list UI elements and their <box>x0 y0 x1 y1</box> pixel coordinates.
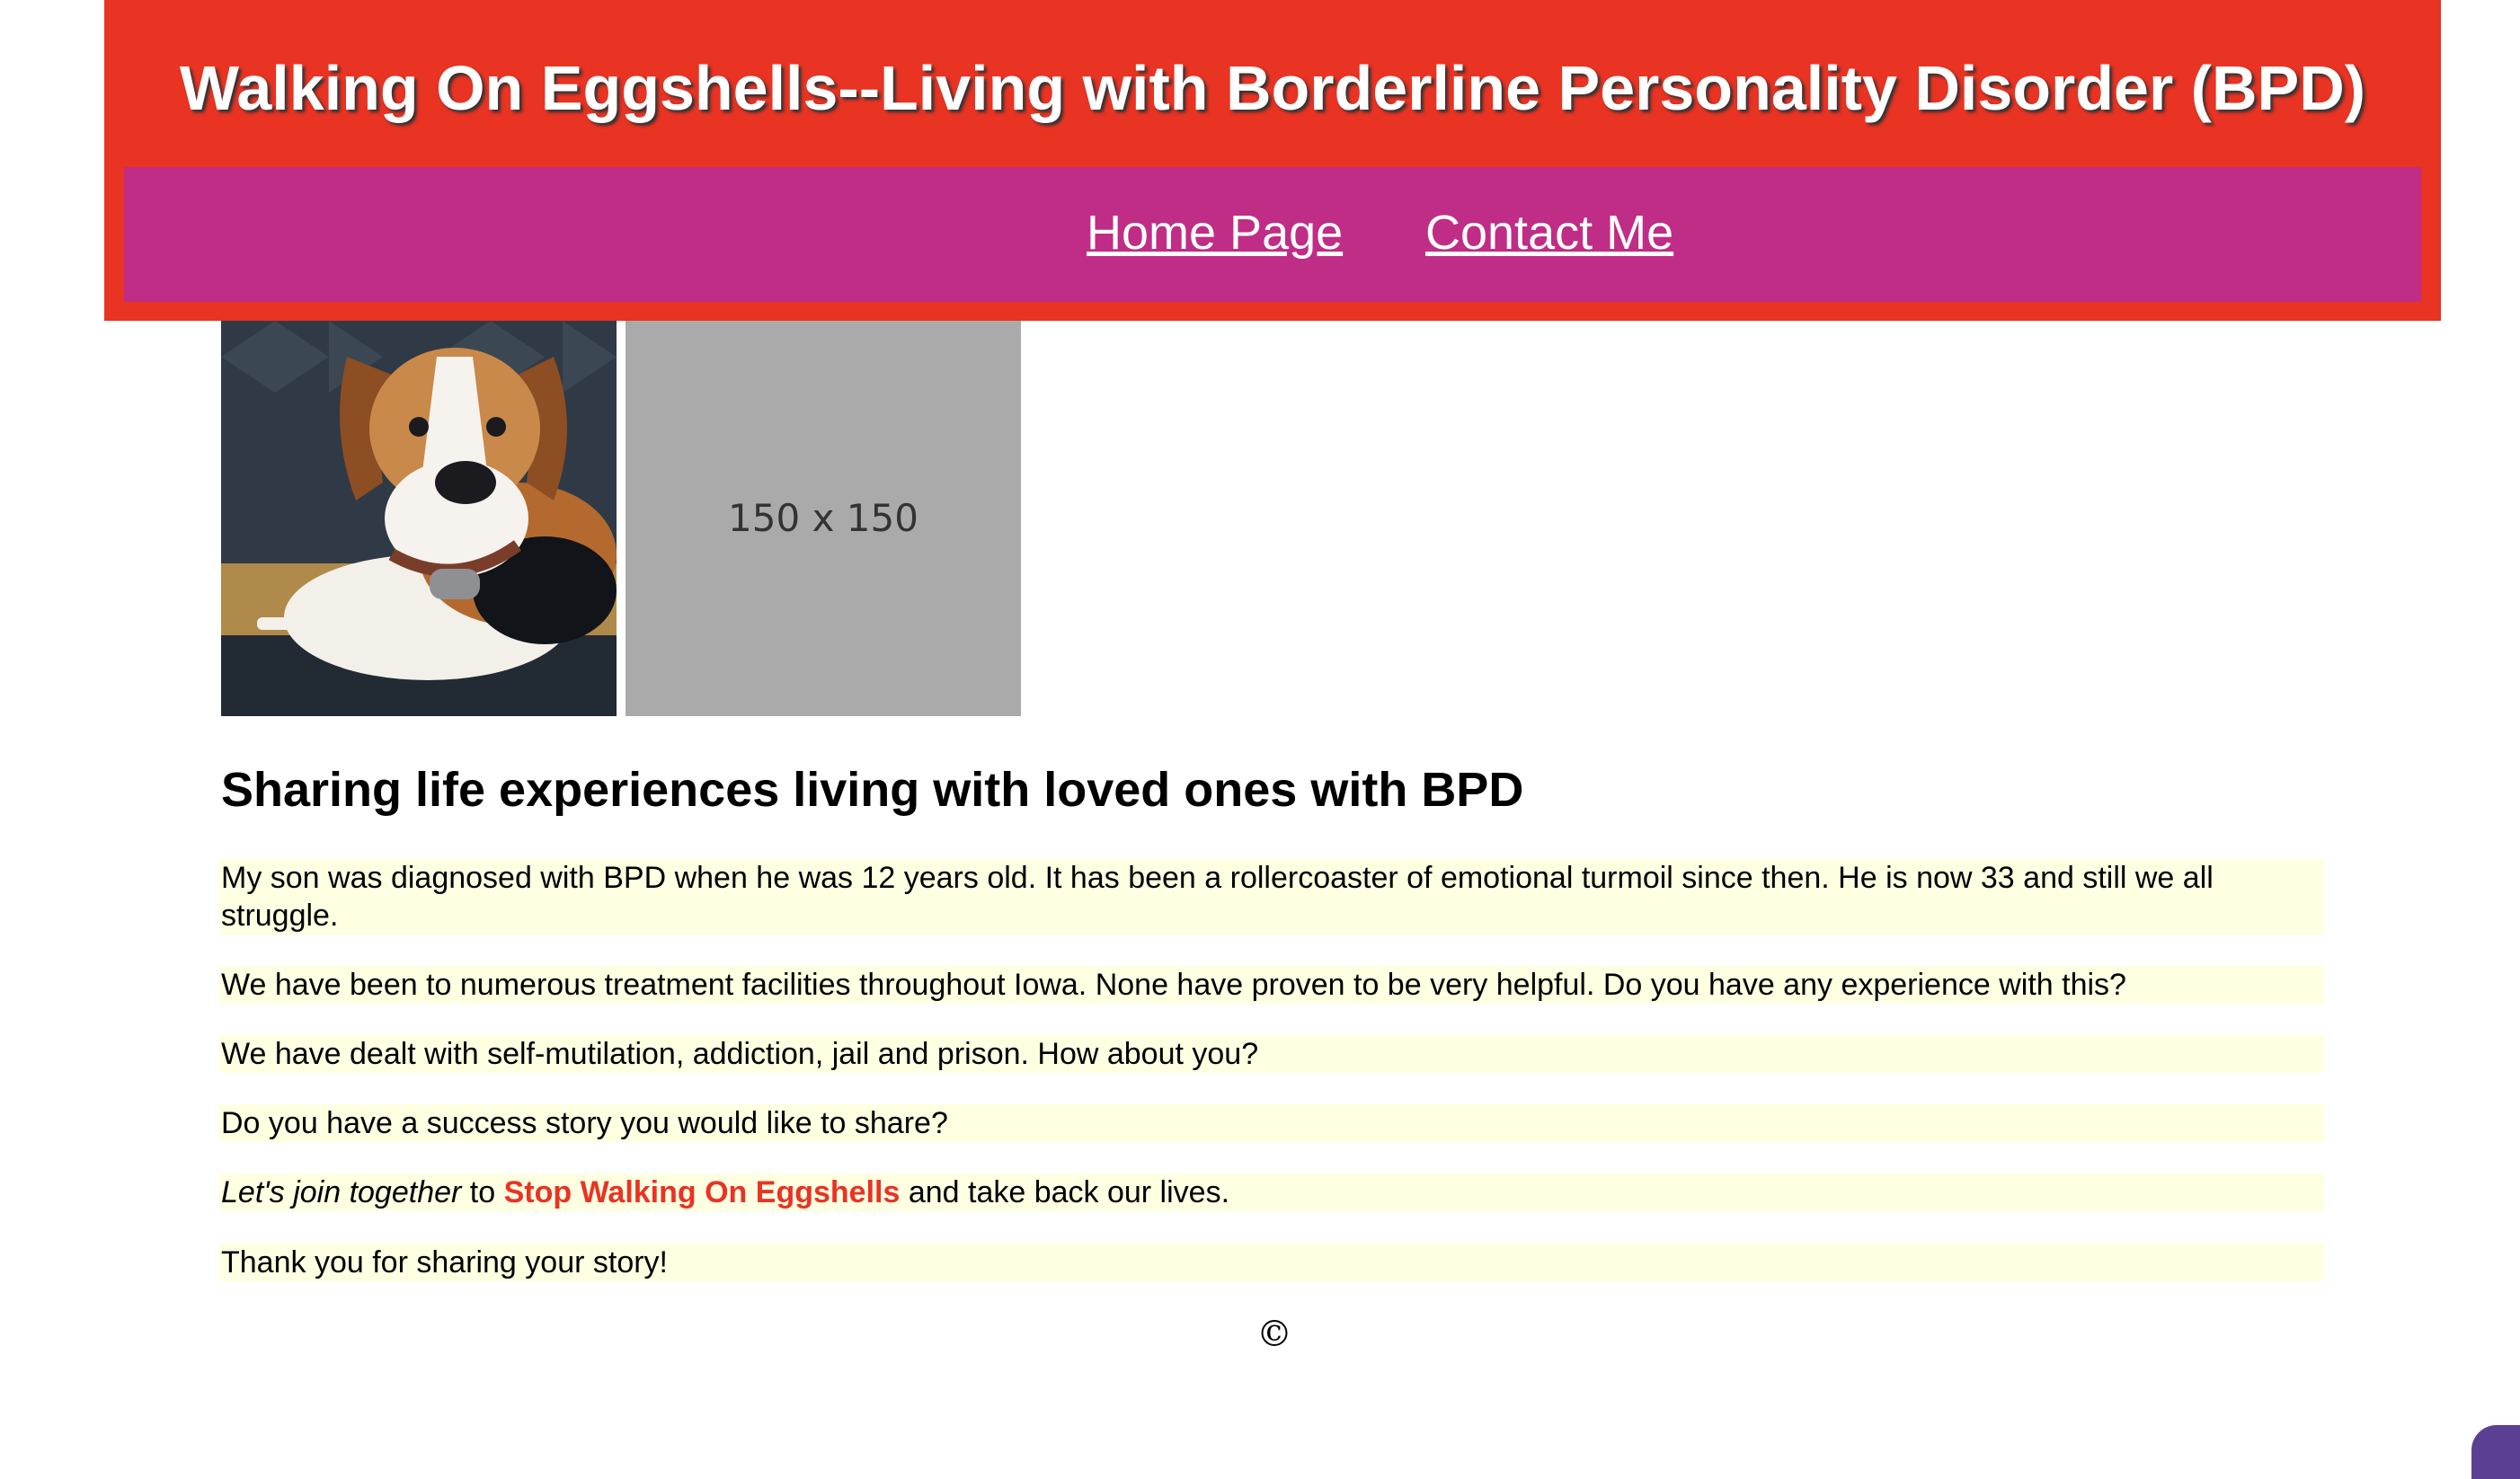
paragraph-thank-you: Thank you for sharing your story! <box>219 1244 2324 1281</box>
join-together-text: Let's join together <box>221 1175 462 1209</box>
paragraph-diagnosis: My son was diagnosed with BPD when he wa… <box>219 859 2324 934</box>
paragraph-treatment: We have been to numerous treatment facil… <box>219 966 2324 1004</box>
stop-walking-text: Stop Walking On Eggshells <box>503 1175 901 1209</box>
chat-widget-tab[interactable] <box>2471 1425 2520 1479</box>
nav-link-contact[interactable]: Contact Me <box>1425 203 1673 262</box>
nav-link-home[interactable]: Home Page <box>1087 203 1343 262</box>
main-nav: Home Page Contact Me <box>124 167 2421 302</box>
beagle-photo <box>221 321 617 716</box>
paragraph-success-story: Do you have a success story you would li… <box>219 1104 2324 1142</box>
take-back-text: and take back our lives. <box>900 1175 1230 1209</box>
copyright-symbol: © <box>1256 1314 1292 1355</box>
beagle-image-icon <box>221 321 617 716</box>
paragraph-call-to-action: Let's join together to Stop Walking On E… <box>219 1173 2324 1211</box>
placeholder-image: 150 x 150 <box>626 321 1021 716</box>
site-header: Walking On Eggshells--Living with Border… <box>104 0 2441 321</box>
site-title: Walking On Eggshells--Living with Border… <box>179 53 2366 123</box>
placeholder-label: 150 x 150 <box>728 496 918 540</box>
to-text: to <box>461 1175 504 1209</box>
paragraph-struggles: We have dealt with self-mutilation, addi… <box>219 1035 2324 1073</box>
content-heading: Sharing life experiences living with lov… <box>221 763 1524 817</box>
